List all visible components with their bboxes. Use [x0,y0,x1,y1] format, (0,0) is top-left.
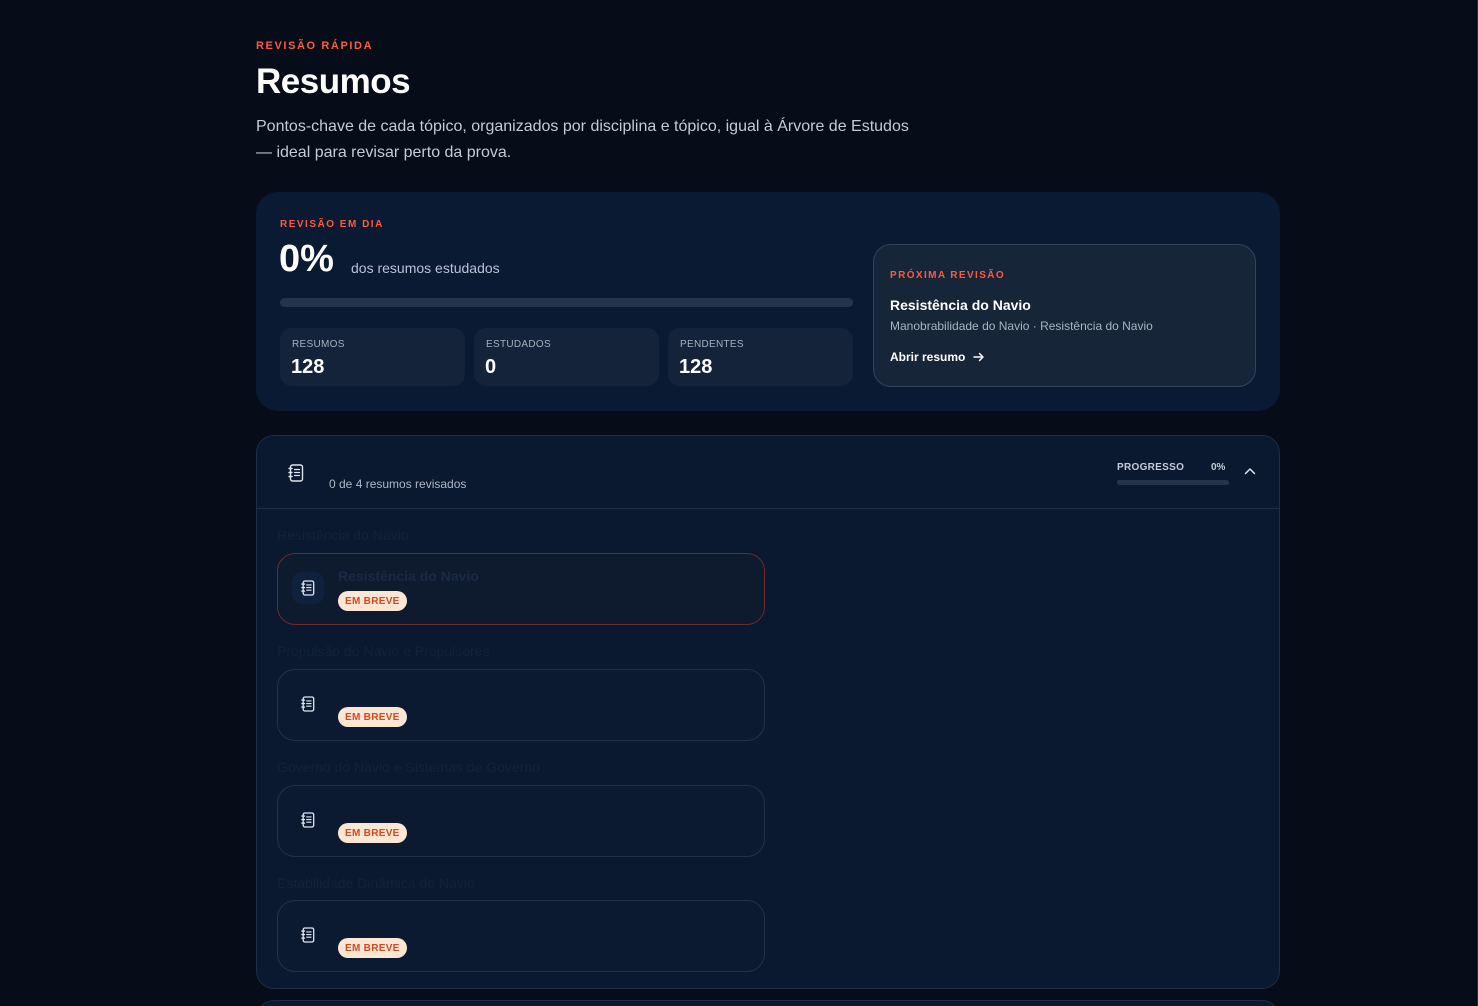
next-discipline-panel [256,1000,1280,1006]
summary-item-card[interactable]: Resistência do Navio EM BREVE [277,553,765,625]
open-summary-link[interactable]: Abrir resumo [890,350,985,364]
topic-label: Estabilidade Dinâmica do Navio [277,875,475,891]
item-icon-box [292,804,324,836]
discipline-progress-bar [1117,480,1229,485]
status-badge: EM BREVE [338,938,407,958]
chevron-up-icon[interactable] [1244,466,1256,476]
summary-item-card[interactable]: EM BREVE [277,900,765,972]
discipline-progress-value: 0% [1211,462,1226,473]
status-badge: EM BREVE [338,823,407,843]
stat-pendentes: PENDENTES 128 [668,328,853,386]
status-badge: EM BREVE [338,707,407,727]
next-review-path: Manobrabilidade do Navio · Resistência d… [890,319,1153,333]
summary-eyebrow: REVISÃO EM DIA [280,219,384,230]
item-icon-box [292,572,324,604]
item-title: Resistência do Navio [338,568,479,584]
item-icon-box [292,919,324,951]
item-icon-box [292,688,324,720]
stat-estudados: ESTUDADOS 0 [474,328,659,386]
stat-value: 0 [485,356,497,378]
summary-percent: 0% [279,238,334,280]
notebook-icon [301,696,315,712]
topic-label: Propulsão do Navio e Propulsores [277,643,490,659]
topic-label: Governo do Navio e Sistemas de Governo [277,759,541,775]
stat-label: PENDENTES [680,339,744,350]
stat-label: RESUMOS [292,339,345,350]
notebook-icon [288,464,304,482]
summary-item-card[interactable]: EM BREVE [277,669,765,741]
summary-card: REVISÃO EM DIA 0% dos resumos estudados … [256,192,1280,411]
topic-label: Resistência do Navio [277,527,409,543]
notebook-icon [301,580,315,596]
stat-value: 128 [291,356,325,378]
summary-item-card[interactable]: EM BREVE [277,785,765,857]
stat-value: 128 [679,356,713,378]
next-review-title: Resistência do Navio [890,297,1031,313]
summary-percent-label: dos resumos estudados [351,260,500,276]
open-summary-label: Abrir resumo [890,350,966,364]
arrow-right-icon [973,352,985,362]
notebook-icon [301,927,315,943]
notebook-icon [301,812,315,828]
discipline-progress-label: PROGRESSO [1117,462,1185,473]
summary-progress-bar [280,298,853,307]
stat-resumos: RESUMOS 128 [280,328,465,386]
page: REVISÃO RÁPIDA Resumos Pontos-chave de c… [0,0,1478,1006]
page-description: Pontos-chave de cada tópico, organizados… [256,118,909,161]
next-review-card[interactable]: PRÓXIMA REVISÃO Resistência do Navio Man… [873,244,1256,387]
page-eyebrow: REVISÃO RÁPIDA [256,40,374,52]
discipline-panel: 0 de 4 resumos revisados PROGRESSO 0% Re… [256,435,1280,989]
page-title: Resumos [256,62,411,101]
status-badge: EM BREVE [338,591,407,611]
discipline-header[interactable]: 0 de 4 resumos revisados PROGRESSO 0% [257,436,1279,509]
stat-label: ESTUDADOS [486,339,551,350]
next-review-eyebrow: PRÓXIMA REVISÃO [890,270,1006,281]
discipline-subtitle: 0 de 4 resumos revisados [329,477,467,491]
